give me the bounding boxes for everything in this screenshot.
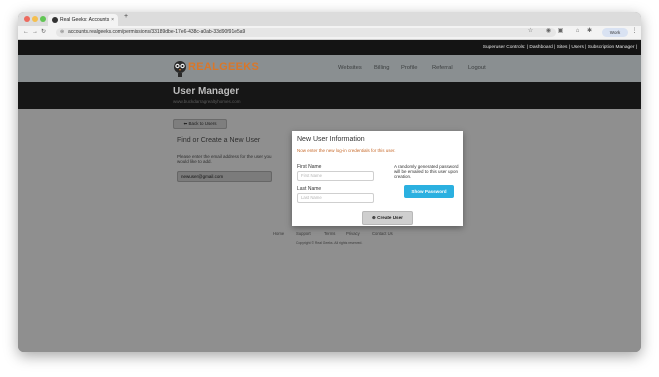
first-name-input[interactable]: First Name: [297, 171, 374, 181]
footer-link-support[interactable]: Support: [296, 231, 311, 236]
footer-link-terms[interactable]: Terms: [324, 231, 335, 236]
home-icon[interactable]: ⌂: [574, 28, 581, 35]
copyright-text: Copyright © Real Geeks. All rights reser…: [296, 241, 363, 245]
profile-button[interactable]: Work: [602, 28, 628, 37]
page-header: User Manager www.buckdarragrealtyhomes.c…: [18, 82, 641, 109]
browser-tab[interactable]: Real Geeks: Accounts ×: [48, 14, 118, 26]
nav-item-websites[interactable]: Websites: [338, 55, 362, 82]
back-arrow-icon[interactable]: ←: [23, 27, 29, 38]
email-input[interactable]: newuser@gmail.com: [177, 171, 272, 182]
tab-strip: Real Geeks: Accounts × +: [18, 12, 641, 26]
nav-item-billing[interactable]: Billing: [374, 55, 389, 82]
browser-window: Real Geeks: Accounts × + ← → ↻ ⊜ account…: [18, 12, 641, 352]
superuser-bar: Superuser Controls: | Dashboard | Sites …: [18, 40, 641, 55]
nav-item-referral[interactable]: Referral: [432, 55, 453, 82]
footer-link-contact[interactable]: Contact Us: [372, 231, 393, 236]
footer-link-home[interactable]: Home: [273, 231, 284, 236]
tab-close-icon[interactable]: ×: [111, 14, 114, 26]
reload-icon[interactable]: ↻: [41, 27, 46, 38]
back-to-users-button[interactable]: ⬅ Back to Users: [173, 119, 227, 129]
favicon-icon: [52, 17, 58, 23]
last-name-label: Last Name: [297, 186, 322, 192]
first-name-label: First Name: [297, 164, 322, 170]
new-user-modal: New User Information Now enter the new l…: [292, 131, 463, 226]
extension-icon[interactable]: ◉: [545, 28, 552, 35]
nav-item-logout[interactable]: Logout: [468, 55, 486, 82]
main-navigation: REALGEEKS Websites Billing Profile Refer…: [18, 55, 641, 82]
url-text: accounts.realgeeks.com/permissions/33189…: [68, 29, 246, 35]
bookmark-star-icon[interactable]: ☆: [527, 28, 534, 35]
modal-title: New User Information: [297, 136, 365, 143]
password-note: A randomly generated password will be em…: [394, 164, 459, 179]
minimize-window-icon[interactable]: [32, 16, 38, 22]
maximize-window-icon[interactable]: [40, 16, 46, 22]
site-domain: www.buckdarragrealtyhomes.com: [173, 99, 241, 104]
close-window-icon[interactable]: [24, 16, 30, 22]
footer-link-privacy[interactable]: Privacy: [346, 231, 360, 236]
superuser-links[interactable]: Superuser Controls: | Dashboard | Sites …: [483, 40, 637, 55]
menu-dots-icon[interactable]: ⋮: [631, 28, 638, 35]
last-name-input[interactable]: Last Name: [297, 193, 374, 203]
browser-toolbar: ← → ↻ ⊜ accounts.realgeeks.com/permissio…: [18, 26, 641, 40]
nav-item-profile[interactable]: Profile: [401, 55, 417, 82]
find-user-description: Please enter the email address for the u…: [177, 154, 272, 165]
show-password-button[interactable]: Show Password: [404, 185, 454, 198]
site-info-icon[interactable]: ⊜: [60, 28, 64, 37]
page-title: User Manager: [173, 86, 240, 97]
logo-wordmark: REALGEEKS: [188, 61, 260, 73]
owl-logo-icon: [174, 61, 186, 77]
address-bar[interactable]: ⊜ accounts.realgeeks.com/permissions/331…: [56, 28, 556, 37]
create-user-button[interactable]: ⊕ Create User: [362, 211, 413, 225]
puzzle-icon[interactable]: ✱: [586, 28, 593, 35]
find-user-heading: Find or Create a New User: [177, 137, 261, 144]
modal-subtitle: Now enter the new log-in credentials for…: [297, 148, 396, 153]
forward-arrow-icon[interactable]: →: [32, 27, 38, 38]
tab-title: Real Geeks: Accounts: [60, 17, 110, 23]
tab-search-icon[interactable]: ▣: [557, 28, 564, 35]
new-tab-button[interactable]: +: [124, 13, 128, 20]
